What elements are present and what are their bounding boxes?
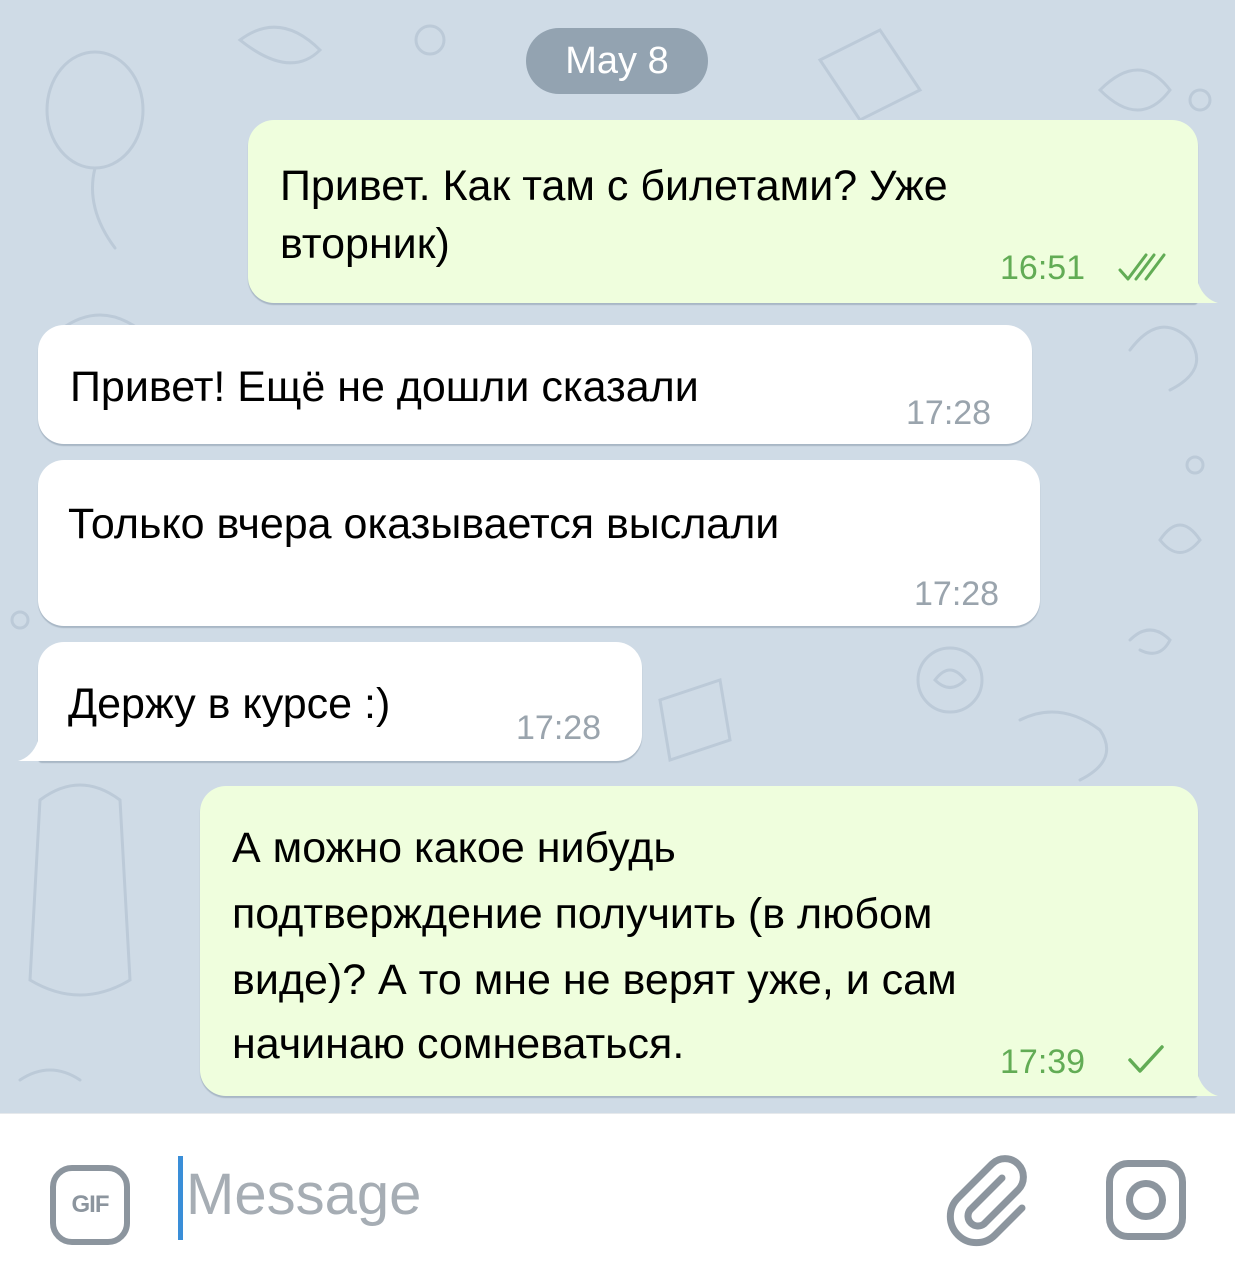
message-bubble-incoming[interactable]: Держу в курсе :) 17:28 — [38, 642, 642, 761]
camera-lens-icon — [1126, 1180, 1166, 1220]
message-time: 17:28 — [516, 709, 602, 747]
message-time: 16:51 — [1000, 249, 1086, 287]
message-bubble-incoming[interactable]: Только вчера оказывается выслали 17:28 — [38, 460, 1040, 626]
message-time: 17:28 — [906, 394, 992, 432]
message-text-line: Привет. Как там с билетами? Уже — [280, 162, 948, 210]
text-caret — [178, 1156, 183, 1240]
message-time: 17:28 — [914, 575, 1000, 613]
message-text-line: подтверждение получить (в любом — [232, 890, 933, 938]
camera-icon[interactable] — [1106, 1160, 1186, 1240]
message-bubble-incoming[interactable]: Привет! Ещё не дошли сказали 17:28 — [38, 325, 1032, 444]
message-text-line: Держу в курсе :) — [68, 680, 391, 728]
message-text-line: Только вчера оказывается выслали — [68, 500, 780, 548]
message-text-line: виде)? А то мне не верят уже, и сам — [232, 956, 957, 1004]
message-text-line: А можно какое нибудь — [232, 824, 676, 872]
date-separator: May 8 — [526, 28, 708, 94]
message-text-line: начинаю сомневаться. — [232, 1020, 685, 1068]
message-text-line: вторник) — [280, 220, 450, 268]
sent-check-icon — [1128, 1045, 1164, 1073]
message-text-line: Привет! Ещё не дошли сказали — [70, 363, 699, 411]
bubble-tail — [18, 741, 46, 761]
message-bubble-outgoing[interactable]: А можно какое нибудь подтверждение получ… — [200, 786, 1198, 1096]
gif-button[interactable]: GIF — [50, 1165, 130, 1245]
paperclip-icon[interactable] — [940, 1148, 1040, 1248]
message-time: 17:39 — [1000, 1043, 1086, 1081]
bubble-tail — [1190, 283, 1218, 303]
chat-area[interactable]: May 8 Привет. Как там с билетами? Уже вт… — [0, 0, 1235, 1113]
bubble-tail — [1190, 1076, 1218, 1096]
message-bubble-outgoing[interactable]: Привет. Как там с билетами? Уже вторник)… — [248, 120, 1198, 303]
read-double-check-icon — [1118, 253, 1166, 281]
message-input[interactable] — [186, 1150, 886, 1240]
